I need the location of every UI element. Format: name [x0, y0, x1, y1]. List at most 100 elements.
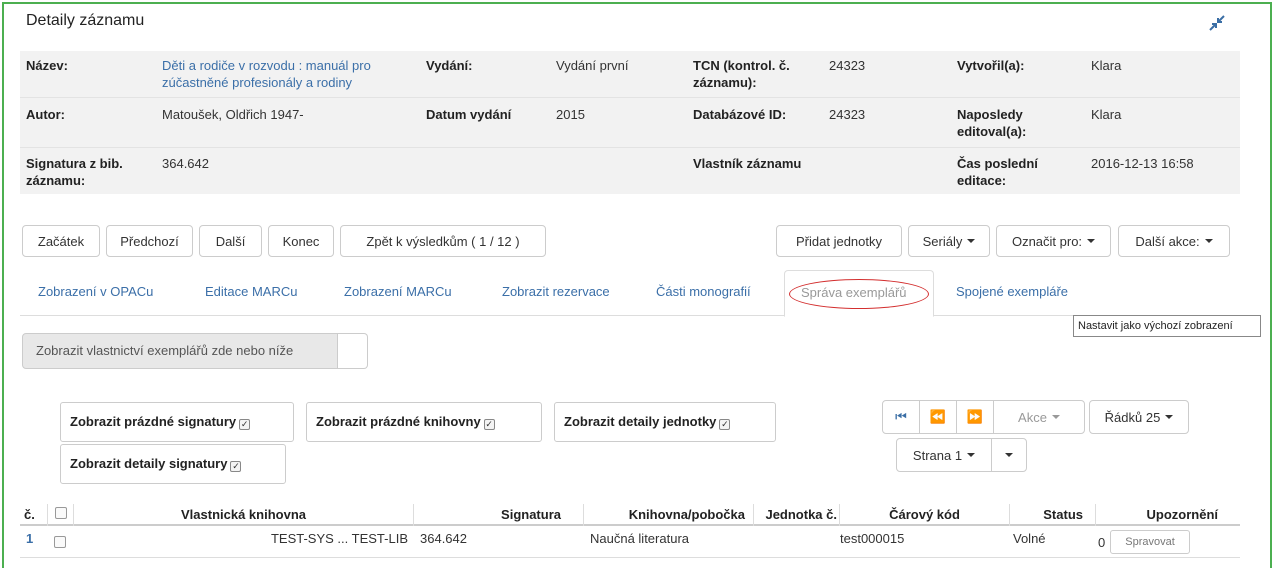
col-alerts[interactable]: Upozornění [1096, 504, 1240, 526]
callnumber-label-line2: záznamu: [26, 173, 86, 188]
compress-icon[interactable] [1208, 14, 1226, 32]
tab-opac-view[interactable]: Zobrazení v OPACu [38, 270, 153, 316]
page-title: Detaily záznamu [26, 12, 145, 29]
page-jump-dropdown[interactable] [991, 438, 1027, 472]
title-value-line1[interactable]: Děti a rodiče v rozvodu : manuál pro [162, 57, 371, 74]
mark-for-dropdown[interactable]: Označit pro: [996, 225, 1111, 257]
table-header: č. Vlastnická knihovna Signatura Knihovn… [20, 504, 1240, 526]
tab-marc-edit[interactable]: Editace MARCu [205, 270, 297, 316]
add-units-button[interactable]: Přidat jednotky [776, 225, 902, 257]
callnumber-label-line1: Signatura z bib. [26, 156, 123, 171]
table-row[interactable]: 1 TEST-SYS ... TEST-LIB 364.642 Naučná l… [20, 528, 1240, 558]
last-edit-label-line2: editace: [957, 173, 1007, 188]
page-select-dropdown[interactable]: Strana 1 [896, 438, 992, 472]
prev-page-icon[interactable]: ⏪ [919, 400, 957, 434]
row-owning-library: TEST-SYS ... TEST-LIB [270, 531, 408, 546]
chevron-down-icon [1051, 415, 1060, 419]
serials-label: Seriály [922, 233, 963, 249]
start-button[interactable]: Začátek [22, 225, 100, 257]
creator-label: Vytvořil(a): [957, 58, 1025, 73]
col-branch[interactable]: Knihovna/pobočka [584, 504, 754, 526]
row-alert-count: 0 [1098, 535, 1106, 550]
back-to-results-button[interactable]: Zpět k výsledkům ( 1 / 12 ) [340, 225, 546, 257]
row-checkbox[interactable] [54, 533, 66, 559]
previous-button[interactable]: Předchozí [106, 225, 193, 257]
checkbox[interactable]: ✓ [230, 461, 242, 472]
row-callnumber: 364.642 [420, 531, 467, 546]
unit-details-label: Zobrazit detaily jednotky [564, 414, 717, 429]
details-row-2: Autor: Matoušek, Oldřich 1947- Datum vyd… [20, 97, 1240, 147]
next-page-icon[interactable]: ⏩ [956, 400, 994, 434]
compress-icon-svg [1209, 15, 1225, 31]
select-all-checkbox[interactable] [54, 507, 67, 519]
record-owner-label: Vlastník záznamu [693, 156, 802, 171]
edition-value: Vydání první [556, 58, 629, 73]
editor-label-line1: Naposledy [957, 107, 1023, 122]
col-number: č. [20, 504, 48, 526]
rows-per-page-label: Řádků 25 [1104, 409, 1161, 425]
record-tabs: Zobrazení v OPACu Editace MARCu Zobrazen… [20, 270, 1240, 317]
last-edit-value: 2016-12-13 16:58 [1091, 156, 1194, 171]
col-owning-library[interactable]: Vlastnická knihovna [74, 504, 414, 526]
empty-callnumbers-option[interactable]: Zobrazit prázdné signatury ✓ [60, 402, 294, 442]
callnumber-value: 364.642 [162, 156, 209, 171]
manage-alerts-button[interactable]: Spravovat [1110, 530, 1190, 554]
checkbox[interactable]: ✓ [483, 419, 495, 430]
editor-value: Klara [1091, 107, 1122, 122]
chevron-down-icon [1087, 239, 1096, 243]
editor-label-line2: editoval(a): [957, 124, 1027, 139]
empty-libraries-label: Zobrazit prázdné knihovny [316, 414, 481, 429]
actions-label: Akce [1018, 409, 1047, 425]
chevron-down-icon [1005, 453, 1013, 457]
show-owning-button[interactable]: Zobrazit vlastnictví exemplářů zde nebo … [22, 333, 338, 369]
edition-label: Vydání: [426, 58, 473, 73]
chevron-down-icon [1165, 415, 1174, 419]
tab-monograph-parts[interactable]: Části monografií [656, 270, 751, 316]
record-details: Název: Děti a rodiče v rozvodu : manuál … [20, 51, 1240, 194]
show-owning-toggle[interactable] [338, 333, 368, 369]
chevron-down-icon [1204, 239, 1213, 243]
checkbox[interactable] [54, 536, 66, 548]
details-row-1: Název: Děti a rodiče v rozvodu : manuál … [20, 51, 1240, 97]
actions-dropdown[interactable]: Akce [993, 400, 1085, 434]
tab-holdings-maintenance[interactable]: Správa exemplářů [784, 270, 934, 317]
creator-value: Klara [1091, 58, 1122, 73]
tab-holds[interactable]: Zobrazit rezervace [502, 270, 610, 316]
col-callnumber[interactable]: Signatura [414, 504, 584, 526]
row-barcode: test000015 [840, 531, 905, 546]
tab-marc-view[interactable]: Zobrazení MARCu [344, 270, 452, 316]
end-button[interactable]: Konec [268, 225, 334, 257]
tab-conjoined-items[interactable]: Spojené exempláře [956, 270, 1068, 316]
dbid-label: Databázové ID: [693, 107, 787, 122]
col-select-all[interactable] [48, 504, 74, 526]
author-value: Matoušek, Oldřich 1947- [162, 107, 304, 122]
last-edit-label-line1: Čas poslední [957, 156, 1038, 171]
rows-per-page-dropdown[interactable]: Řádků 25 [1089, 400, 1189, 434]
page-select-label: Strana 1 [912, 447, 963, 463]
first-page-icon[interactable]: ⏮ [882, 400, 920, 434]
next-button[interactable]: Další [199, 225, 262, 257]
checkbox[interactable]: ✓ [239, 419, 251, 430]
unit-details-option[interactable]: Zobrazit detaily jednotky ✓ [554, 402, 776, 442]
col-barcode[interactable]: Čárový kód [840, 504, 1010, 526]
serials-dropdown[interactable]: Seriály [908, 225, 990, 257]
title-value-line2[interactable]: zúčastněné profesionály a rodiny [162, 74, 352, 91]
title-label: Název: [26, 58, 68, 73]
callnumber-details-option[interactable]: Zobrazit detaily signatury ✓ [60, 444, 286, 484]
set-default-view-tooltip[interactable]: Nastavit jako výchozí zobrazení [1073, 315, 1261, 337]
callnumber-details-label: Zobrazit detaily signatury [70, 456, 228, 471]
details-row-3: Signatura z bib. záznamu: 364.642 Vlastn… [20, 147, 1240, 194]
more-actions-dropdown[interactable]: Další akce: [1118, 225, 1230, 257]
row-branch: Naučná literatura [590, 531, 689, 546]
empty-callnumbers-label: Zobrazit prázdné signatury [70, 414, 237, 429]
mark-for-label: Označit pro: [1011, 233, 1083, 249]
chevron-down-icon [967, 453, 976, 457]
col-status[interactable]: Status [1010, 504, 1096, 526]
empty-libraries-option[interactable]: Zobrazit prázdné knihovny ✓ [306, 402, 542, 442]
row-number[interactable]: 1 [26, 528, 33, 554]
dbid-value: 24323 [829, 107, 866, 122]
col-unit[interactable]: Jednotka č. [754, 504, 840, 526]
checkbox[interactable]: ✓ [719, 419, 731, 430]
tcn-label-line1: TCN (kontrol. č. [693, 58, 790, 73]
pubdate-value: 2015 [556, 107, 585, 122]
